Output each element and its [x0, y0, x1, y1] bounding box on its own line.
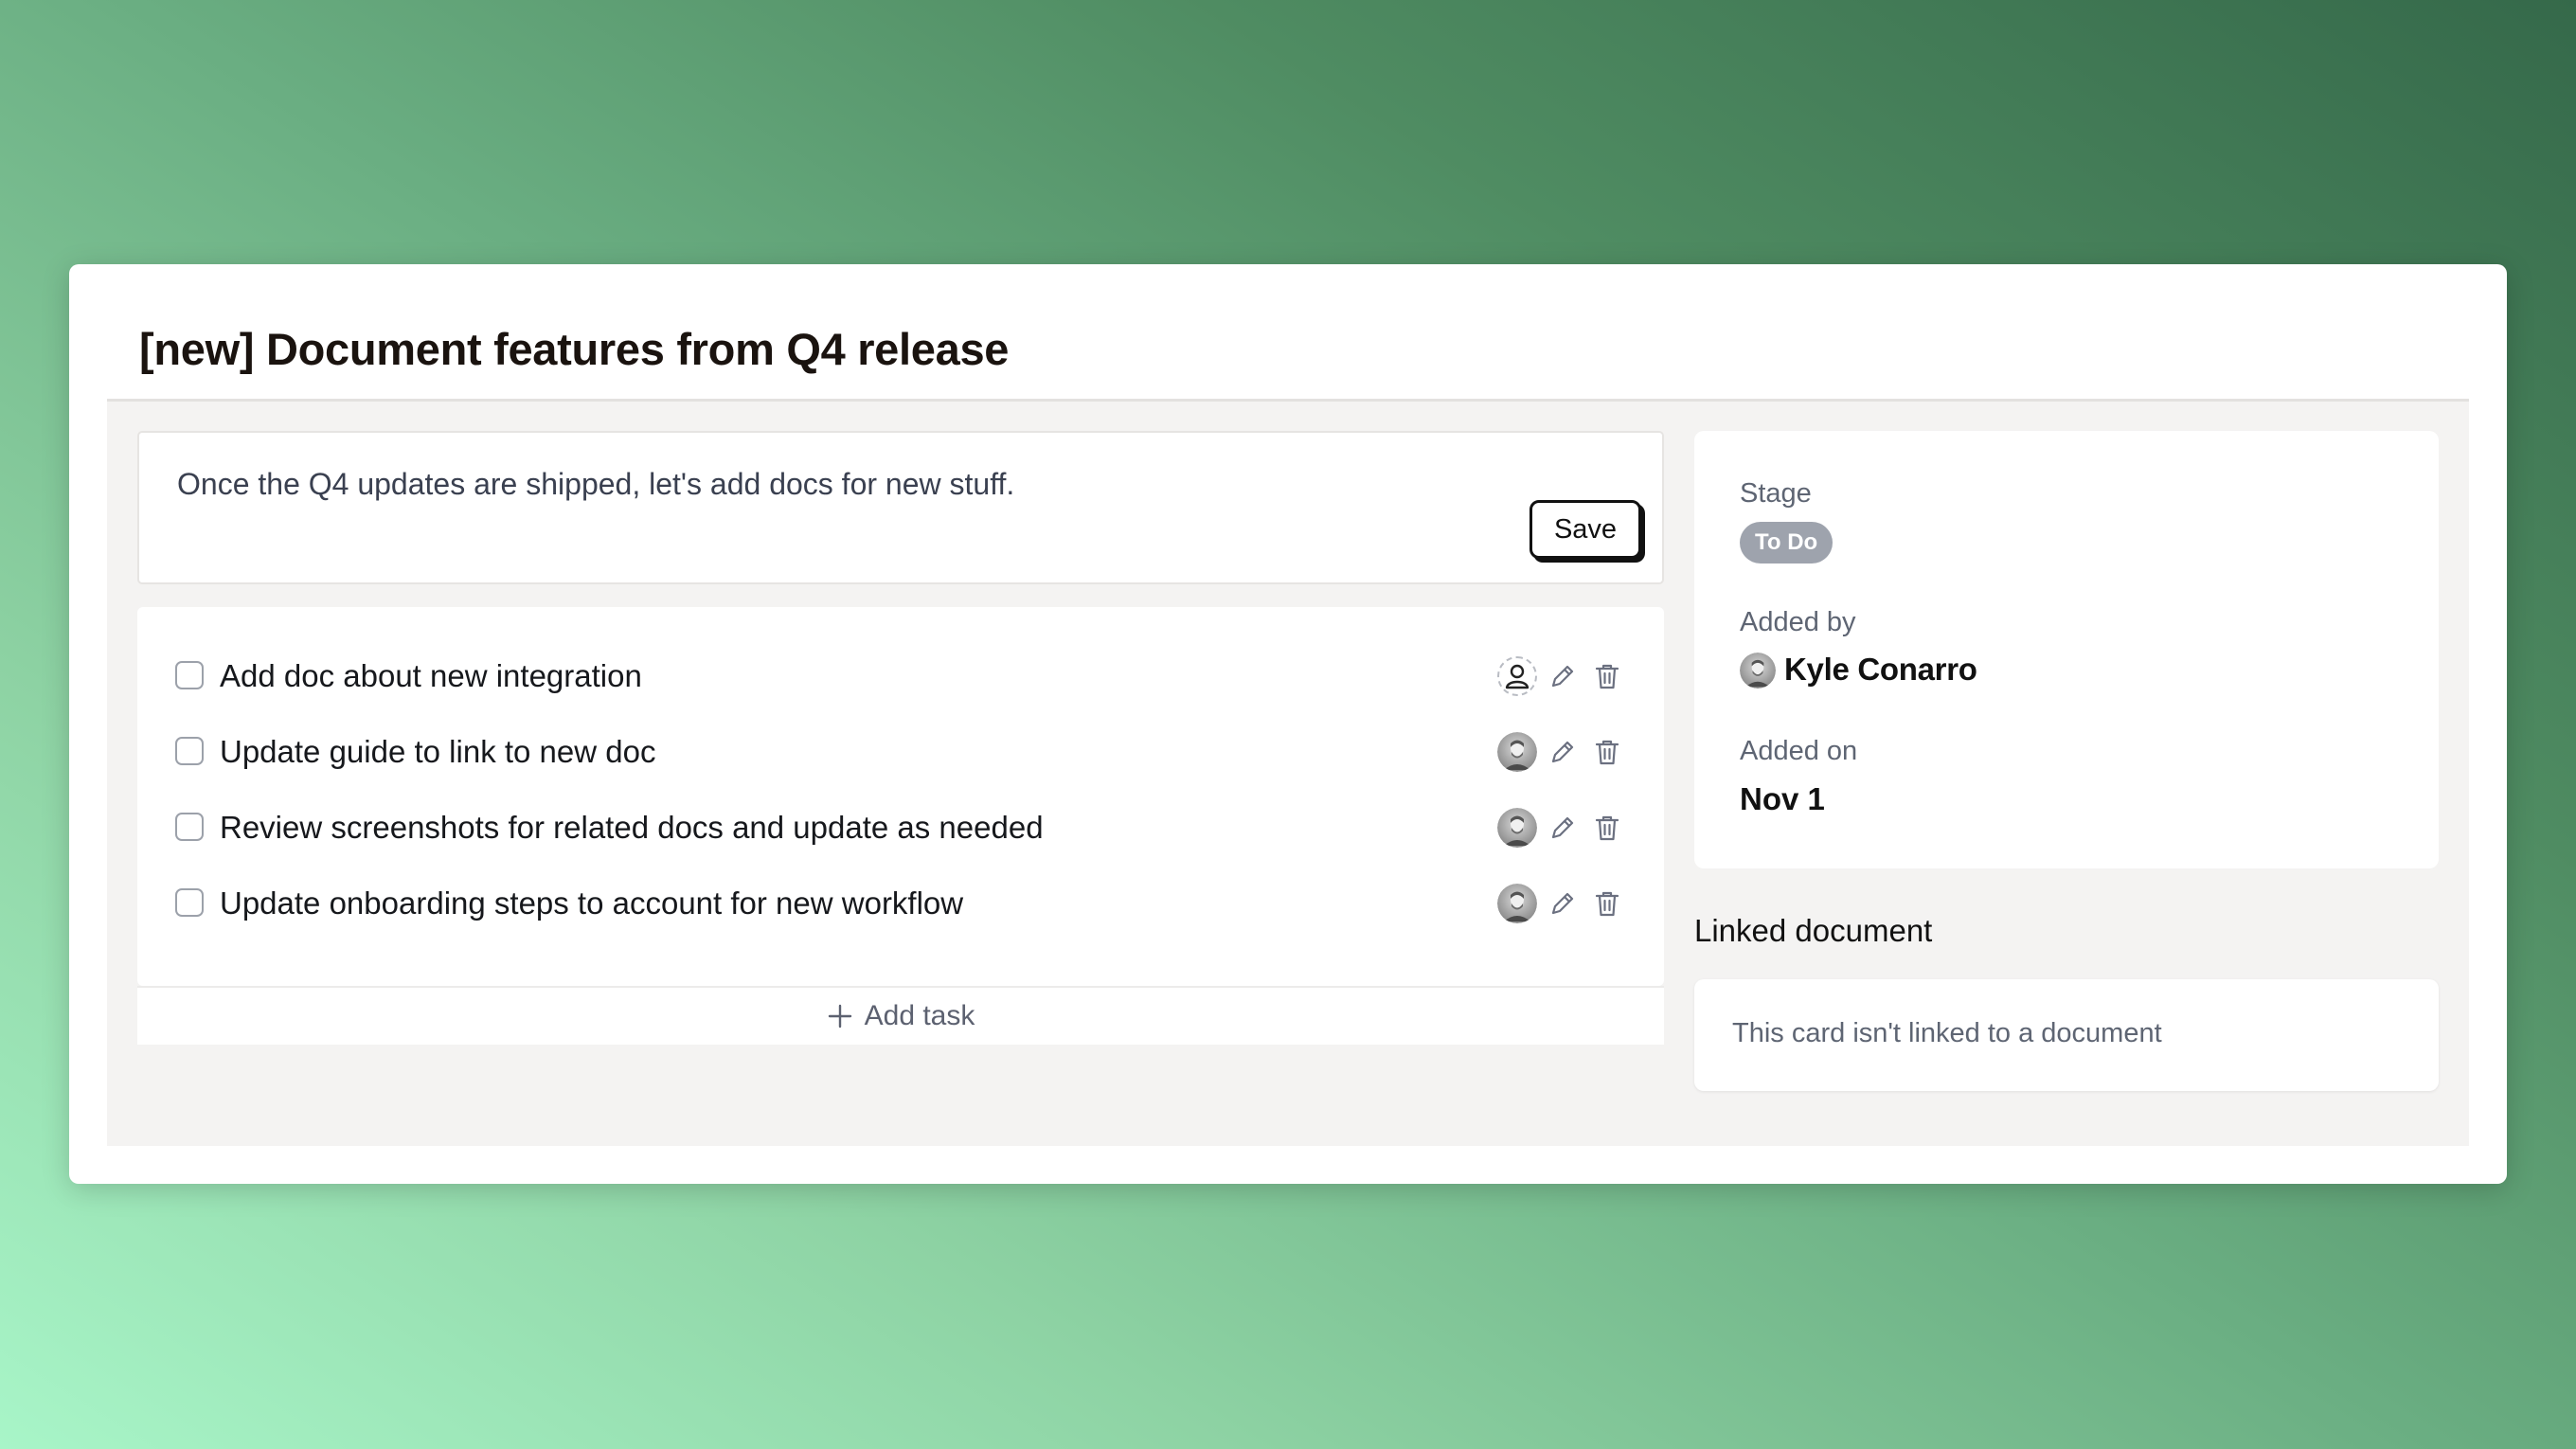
- add-task-label: Add task: [864, 1000, 975, 1031]
- user-icon[interactable]: [1497, 656, 1537, 696]
- added-on-label: Added on: [1740, 736, 1858, 766]
- add-task-button[interactable]: Add task: [137, 986, 1664, 1045]
- card-title[interactable]: [new] Document features from Q4 release: [139, 323, 1009, 375]
- linked-document-card[interactable]: This card isn't linked to a document: [1694, 979, 2439, 1091]
- added-on-value: Nov 1: [1740, 781, 1825, 816]
- card-content: Once the Q4 updates are shipped, let's a…: [107, 399, 2469, 1146]
- assignee-avatar[interactable]: [1497, 884, 1537, 923]
- trash-icon[interactable]: [1594, 889, 1620, 918]
- task-row: Add doc about new integration: [137, 647, 1664, 704]
- task-label[interactable]: Add doc about new integration: [220, 658, 642, 694]
- task-row: Review screenshots for related docs and …: [137, 798, 1664, 855]
- task-checkbox[interactable]: [175, 737, 204, 765]
- plus-icon: [828, 1004, 851, 1029]
- task-checkbox[interactable]: [175, 813, 204, 841]
- author-name: Kyle Conarro: [1784, 652, 1977, 687]
- task-list: Add doc about new integration Update gui…: [137, 607, 1664, 986]
- task-row: Update onboarding steps to account for n…: [137, 874, 1664, 931]
- card-detail-modal: [new] Document features from Q4 release …: [69, 264, 2507, 1184]
- pencil-icon[interactable]: [1548, 738, 1577, 766]
- assignee-avatar[interactable]: [1497, 808, 1537, 848]
- task-row: Update guide to link to new doc: [137, 723, 1664, 779]
- linked-document-empty-text: This card isn't linked to a document: [1732, 1018, 2162, 1048]
- pencil-icon[interactable]: [1548, 889, 1577, 918]
- stage-badge[interactable]: To Do: [1740, 522, 1834, 564]
- card-meta-panel: Stage To Do Added by Kyle Conarro Added: [1694, 431, 2439, 868]
- pencil-icon[interactable]: [1548, 662, 1577, 690]
- description-editor[interactable]: Once the Q4 updates are shipped, let's a…: [137, 431, 1664, 584]
- task-checkbox[interactable]: [175, 661, 204, 689]
- pencil-icon[interactable]: [1548, 814, 1577, 842]
- author-avatar: [1740, 653, 1776, 689]
- linked-document-heading: Linked document: [1694, 913, 1933, 948]
- trash-icon[interactable]: [1594, 662, 1620, 690]
- task-checkbox[interactable]: [175, 888, 204, 917]
- trash-icon[interactable]: [1594, 738, 1620, 766]
- stage-label: Stage: [1740, 478, 1812, 509]
- added-by-label: Added by: [1740, 607, 1856, 637]
- task-label[interactable]: Update onboarding steps to account for n…: [220, 886, 963, 921]
- assignee-avatar[interactable]: [1497, 732, 1537, 772]
- task-label[interactable]: Review screenshots for related docs and …: [220, 810, 1044, 846]
- trash-icon[interactable]: [1594, 814, 1620, 842]
- save-button[interactable]: Save: [1530, 500, 1641, 559]
- task-label[interactable]: Update guide to link to new doc: [220, 734, 655, 770]
- description-text[interactable]: Once the Q4 updates are shipped, let's a…: [177, 467, 1014, 502]
